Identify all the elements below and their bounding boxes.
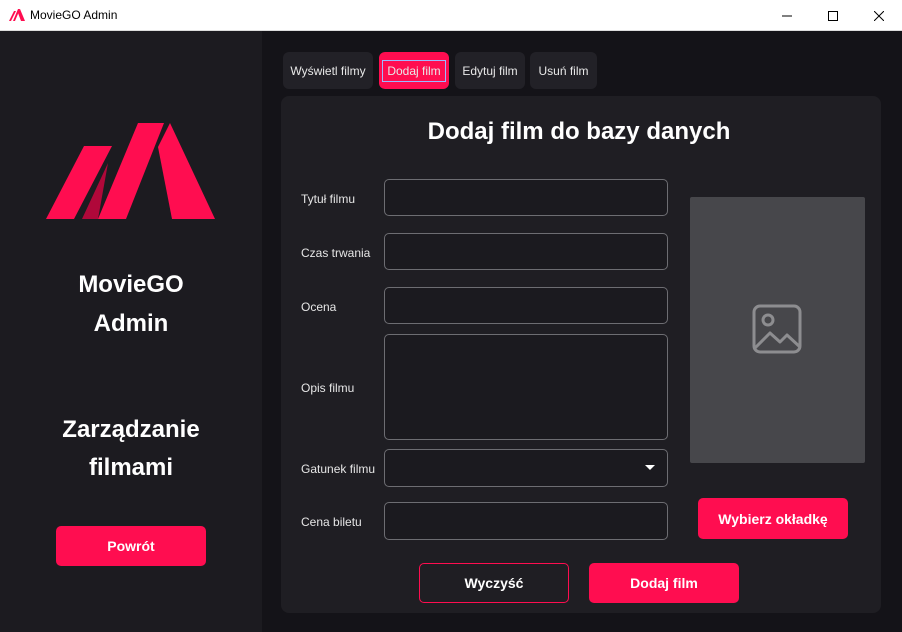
tab-label: Edytuj film xyxy=(462,63,518,78)
window-titlebar: MovieGO Admin xyxy=(0,0,902,31)
section-heading: Zarządzanie filmami xyxy=(0,411,262,487)
sidebar: MovieGO Admin Zarządzanie filmami Powrót xyxy=(0,31,262,632)
cover-preview xyxy=(690,197,865,463)
title-input[interactable] xyxy=(384,179,668,216)
section-heading-line2: filmami xyxy=(88,454,174,481)
moviego-logo-icon xyxy=(9,9,25,21)
minimize-button[interactable] xyxy=(764,0,810,31)
image-placeholder-icon xyxy=(752,304,802,354)
description-textarea[interactable] xyxy=(384,334,668,440)
tab-add-film[interactable]: Dodaj film xyxy=(379,52,449,89)
tab-edit-film[interactable]: Edytuj film xyxy=(455,52,525,89)
tab-label: Dodaj film xyxy=(382,59,446,82)
moviego-logo xyxy=(46,123,215,219)
choose-cover-button[interactable]: Wybierz okładkę xyxy=(698,498,848,539)
genre-label: Gatunek filmu xyxy=(301,462,376,476)
main-panel: Wyświetl filmy Dodaj film Edytuj film Us… xyxy=(262,31,902,632)
tab-view-films[interactable]: Wyświetl filmy xyxy=(283,52,373,89)
price-input[interactable] xyxy=(384,502,668,540)
add-film-form: Dodaj film do bazy danych Tytuł filmu Cz… xyxy=(281,96,881,613)
rating-input[interactable] xyxy=(384,287,668,324)
section-heading-line1: Zarządzanie xyxy=(62,416,200,443)
maximize-icon xyxy=(828,10,838,21)
close-icon xyxy=(874,10,884,21)
app-name: MovieGO Admin xyxy=(0,265,262,343)
add-film-button[interactable]: Dodaj film xyxy=(589,563,739,603)
price-label: Cena biletu xyxy=(301,515,362,529)
rating-label: Ocena xyxy=(301,300,337,314)
duration-input[interactable] xyxy=(384,233,668,270)
tab-label: Wyświetl filmy xyxy=(290,63,366,78)
form-title: Dodaj film do bazy danych xyxy=(427,118,731,145)
clear-button[interactable]: Wyczyść xyxy=(419,563,569,603)
window-title: MovieGO Admin xyxy=(30,8,118,22)
duration-label: Czas trwania xyxy=(301,246,371,260)
app-name-line2: Admin xyxy=(93,310,169,337)
dropdown-arrow-icon xyxy=(645,465,655,470)
app-name-line1: MovieGO xyxy=(78,271,184,298)
back-button[interactable]: Powrót xyxy=(56,526,206,566)
minimize-icon xyxy=(782,15,792,16)
genre-select[interactable] xyxy=(384,449,668,487)
title-label: Tytuł filmu xyxy=(301,192,356,206)
tab-delete-film[interactable]: Usuń film xyxy=(530,52,597,89)
tab-label: Usuń film xyxy=(538,63,589,78)
close-button[interactable] xyxy=(856,0,902,31)
description-label: Opis filmu xyxy=(301,381,355,395)
maximize-button[interactable] xyxy=(810,0,856,31)
